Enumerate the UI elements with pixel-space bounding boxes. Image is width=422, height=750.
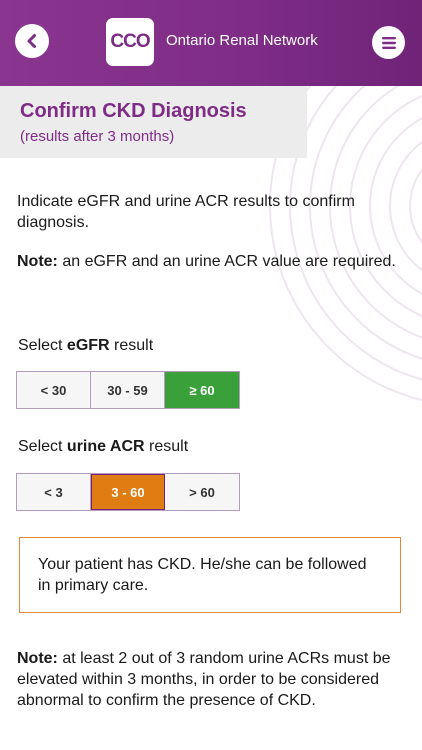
egfr-label-bold: eGFR bbox=[66, 337, 110, 354]
result-message: Your patient has CKD. He/she can be foll… bbox=[19, 537, 401, 613]
org-name: Ontario Renal Network bbox=[166, 32, 318, 49]
note-text: an eGFR and an urine ACR value are requi… bbox=[57, 253, 396, 270]
acr-selector: < 3 3 - 60 > 60 bbox=[16, 473, 240, 511]
menu-button[interactable] bbox=[372, 26, 405, 59]
acr-label-prefix: Select bbox=[18, 438, 67, 455]
note-label: Note: bbox=[17, 253, 58, 270]
hamburger-menu-icon bbox=[381, 36, 396, 49]
egfr-option-lt30[interactable]: < 30 bbox=[17, 372, 91, 408]
egfr-label-suffix: result bbox=[109, 337, 154, 354]
acr-label-suffix: result bbox=[144, 438, 189, 455]
egfr-selector: < 30 30 - 59 ≥ 60 bbox=[16, 371, 240, 409]
egfr-option-30-59[interactable]: 30 - 59 bbox=[91, 372, 165, 408]
page-title: Confirm CKD Diagnosis bbox=[20, 100, 247, 122]
chevron-left-icon bbox=[27, 34, 36, 48]
page-subtitle: (results after 3 months) bbox=[20, 128, 175, 145]
logo-text: CCO bbox=[110, 31, 150, 52]
app-header: CCO Ontario Renal Network bbox=[0, 0, 422, 86]
footer-note: Note: at least 2 out of 3 random urine A… bbox=[17, 648, 407, 711]
egfr-option-ge60[interactable]: ≥ 60 bbox=[165, 372, 239, 408]
cco-logo: CCO bbox=[106, 18, 154, 66]
acr-label-bold: urine ACR bbox=[66, 438, 145, 455]
egfr-label: Select eGFR result bbox=[18, 337, 153, 355]
footer-note-label: Note: bbox=[17, 650, 58, 667]
back-button[interactable] bbox=[15, 24, 49, 58]
instructions-text: Indicate eGFR and urine ACR results to c… bbox=[17, 193, 355, 231]
footer-note-text: at least 2 out of 3 random urine ACRs mu… bbox=[17, 650, 391, 709]
acr-option-lt3[interactable]: < 3 bbox=[17, 474, 91, 510]
acr-label: Select urine ACR result bbox=[18, 438, 188, 456]
acr-option-gt60[interactable]: > 60 bbox=[165, 474, 239, 510]
requirement-note: Note: an eGFR and an urine ACR value are… bbox=[17, 251, 407, 272]
acr-option-3-60[interactable]: 3 - 60 bbox=[91, 474, 165, 510]
title-block: Confirm CKD Diagnosis (results after 3 m… bbox=[0, 86, 307, 158]
egfr-label-prefix: Select bbox=[18, 337, 67, 354]
